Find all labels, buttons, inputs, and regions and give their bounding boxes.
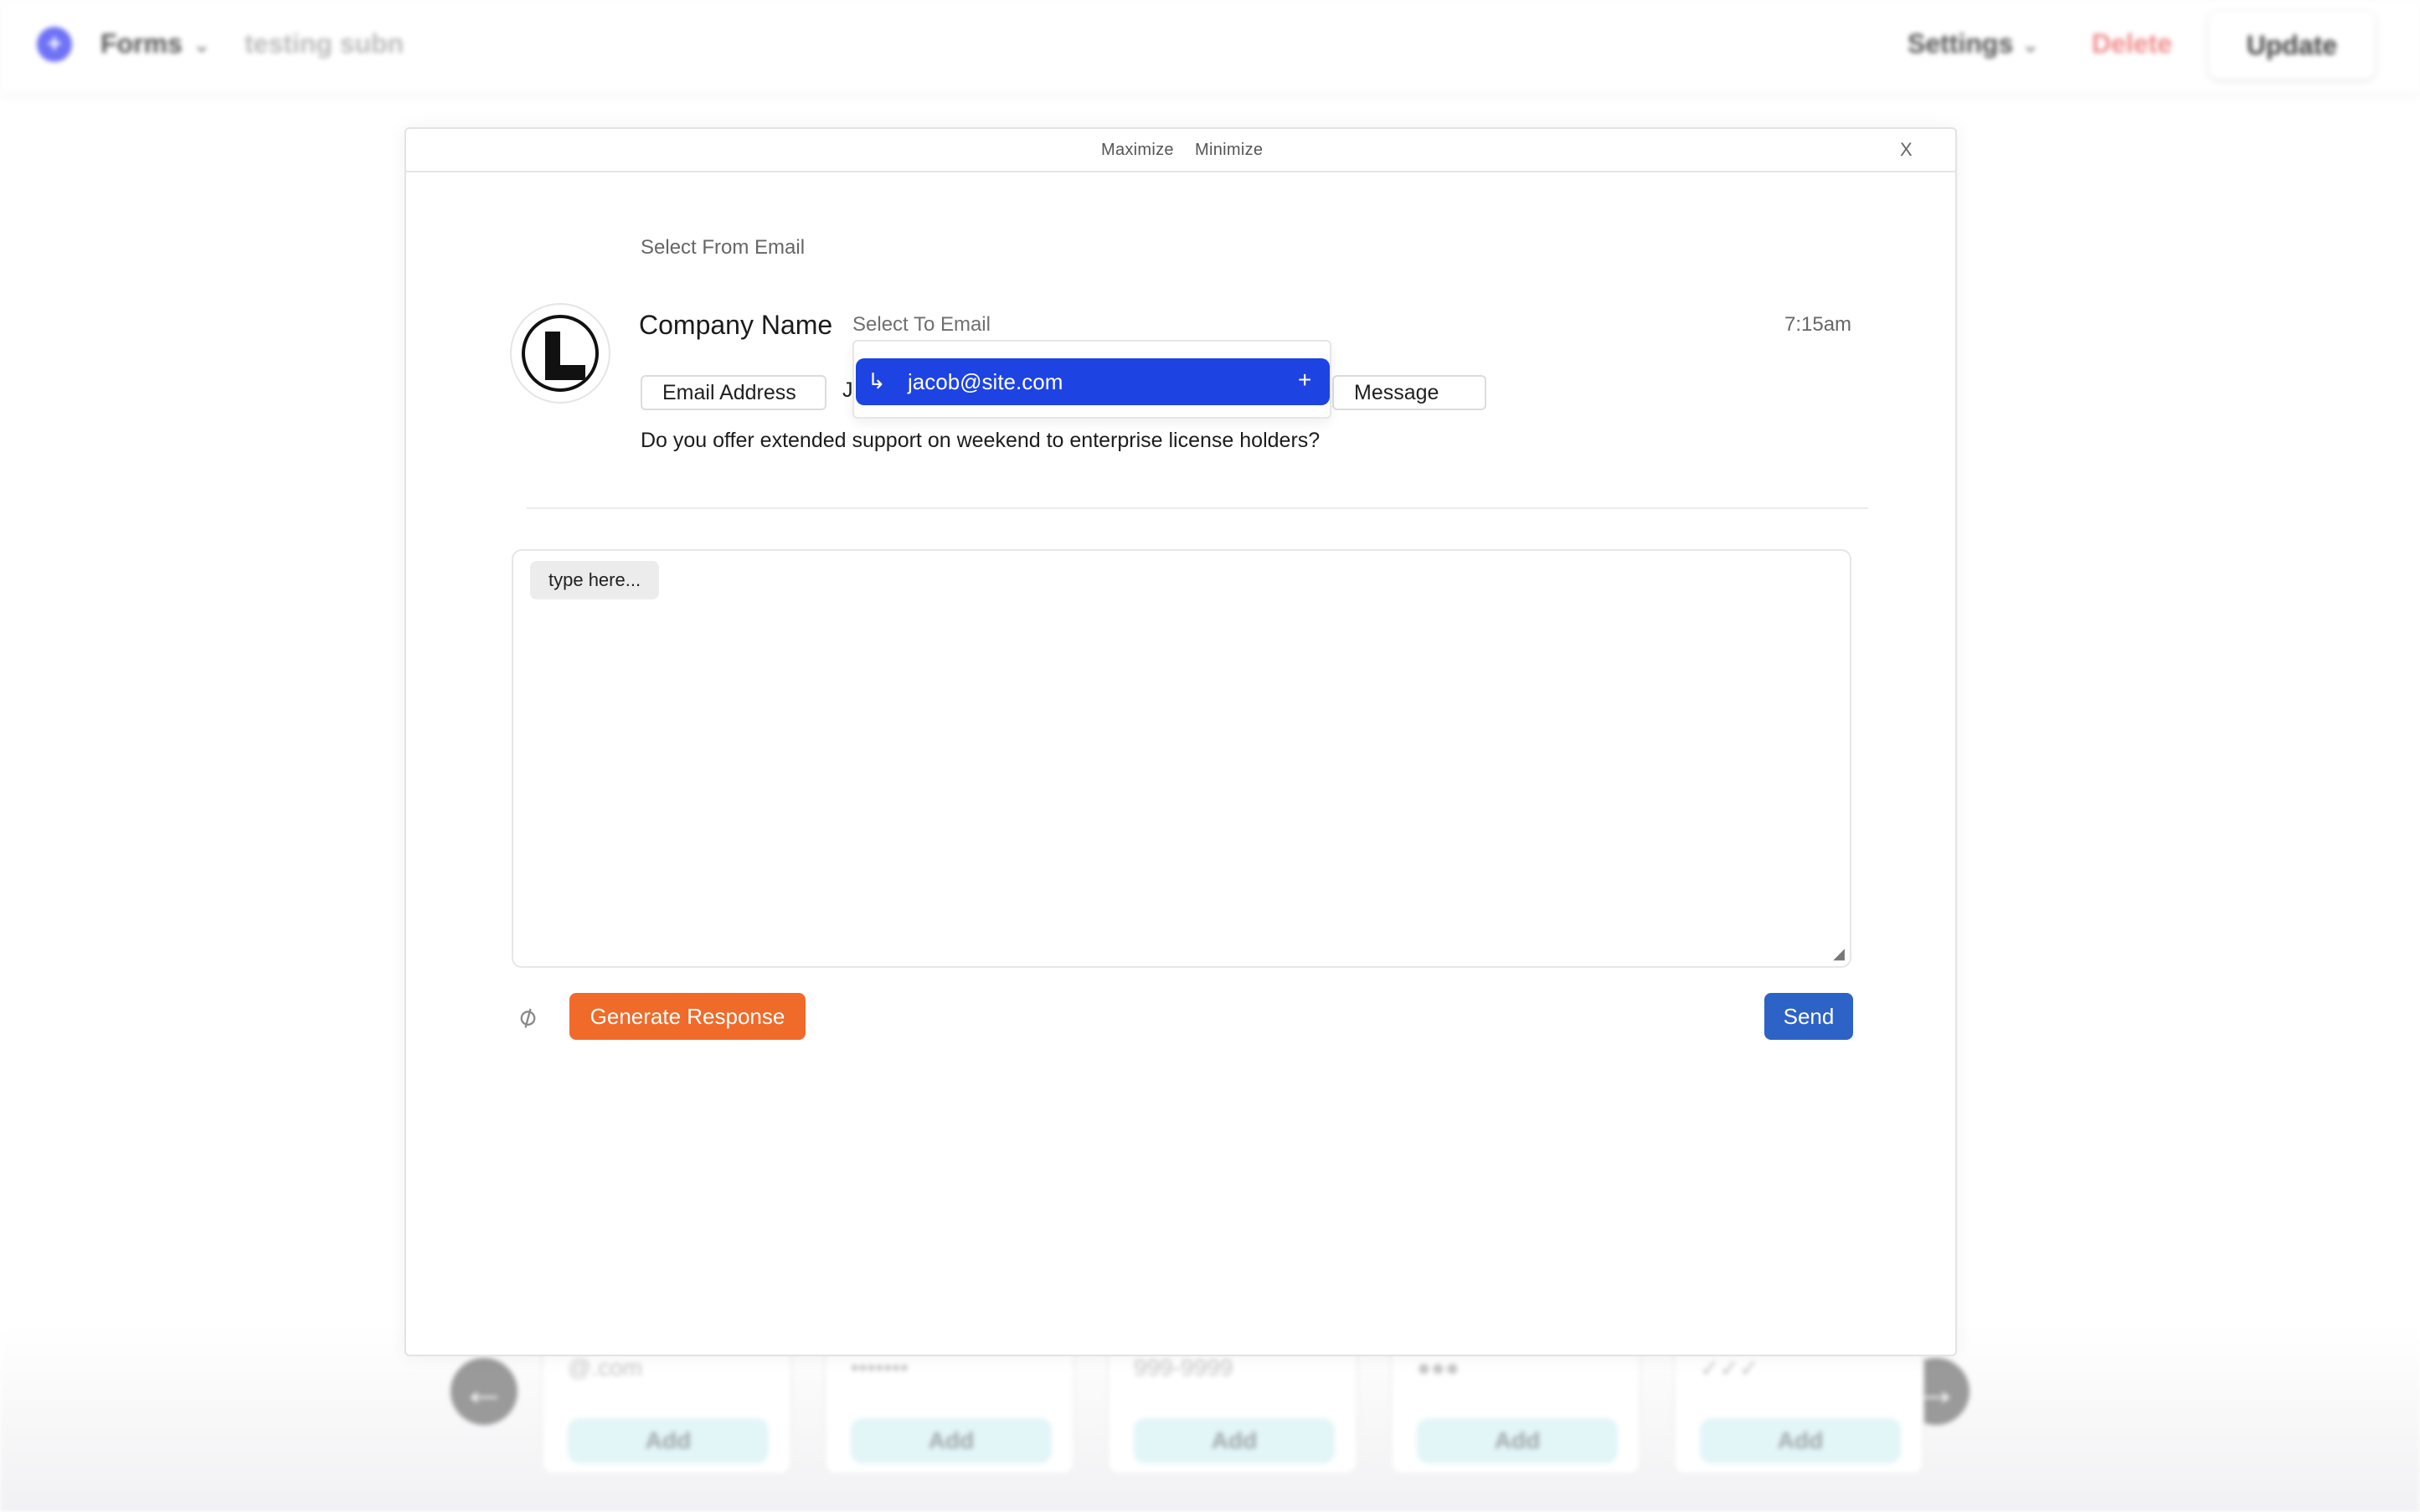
app-logo-icon[interactable]: + (37, 27, 72, 62)
minimize-button[interactable]: Minimize (1195, 141, 1263, 160)
dropdown-option[interactable]: ↳ jacob@site.com + (856, 358, 1330, 405)
paperclip-icon[interactable]: ⌀ (511, 998, 543, 1036)
email-reply-modal: Maximize Minimize X Select From Email Co… (404, 127, 1957, 1356)
field-card-add-button[interactable]: Add (1134, 1418, 1335, 1463)
response-editor: type here... ◢ (512, 549, 1851, 968)
field-card: ✓✓✓ Add (1673, 1340, 1924, 1475)
top-navbar: + Forms ⌄ testing subn Settings ⌄ Delete… (0, 0, 2420, 92)
field-card-sample: ✓✓✓ (1700, 1355, 1759, 1381)
field-card-sample: ••••••• (851, 1355, 909, 1381)
message-time: 7:15am (1784, 313, 1852, 336)
chevron-down-icon: ⌄ (193, 32, 211, 57)
company-name: Company Name (639, 310, 833, 340)
forms-menu[interactable]: Forms (100, 28, 183, 59)
placeholder-chip: type here... (530, 561, 660, 599)
field-card: 999-9999 Add (1107, 1340, 1358, 1475)
plus-icon[interactable]: + (1298, 367, 1311, 393)
chevron-down-icon: ⌄ (2021, 32, 2040, 57)
select-from-email[interactable]: Select From Email (641, 236, 805, 260)
email-address-tag[interactable]: Email Address (641, 375, 826, 410)
maximize-button[interactable]: Maximize (1101, 141, 1174, 160)
generate-response-button[interactable]: Generate Response (569, 993, 806, 1040)
avatar (510, 303, 610, 404)
arrow-left-icon[interactable]: ← (451, 1358, 517, 1425)
reply-arrow-icon: ↳ (868, 368, 886, 393)
field-card: ••••••• Add (824, 1340, 1075, 1475)
incoming-message: Do you offer extended support on weekend… (641, 429, 1321, 452)
modal-header: Maximize Minimize X (406, 129, 1955, 172)
resize-handle-icon[interactable]: ◢ (1833, 945, 1845, 963)
field-card-add-button[interactable]: Add (568, 1418, 769, 1463)
select-to-email[interactable]: Select To Email (852, 313, 991, 337)
field-card: @.com Add (541, 1340, 792, 1475)
submission-title: testing subn (245, 28, 404, 59)
divider (527, 507, 1868, 509)
to-email-dropdown: ↳ jacob@site.com + (852, 340, 1331, 419)
message-tag[interactable]: Message (1332, 375, 1486, 410)
field-card-add-button[interactable]: Add (851, 1418, 1052, 1463)
delete-button[interactable]: Delete (2092, 28, 2172, 59)
field-card-sample: ●●● (1417, 1355, 1460, 1381)
send-button[interactable]: Send (1764, 993, 1853, 1040)
update-button[interactable]: Update (2209, 12, 2375, 79)
company-logo-icon (522, 315, 599, 392)
partial-tag: J (842, 378, 853, 402)
field-card-add-button[interactable]: Add (1700, 1418, 1901, 1463)
field-card: ●●● Add (1390, 1340, 1641, 1475)
field-card-add-button[interactable]: Add (1417, 1418, 1618, 1463)
field-card-sample: 999-9999 (1134, 1355, 1233, 1381)
close-button[interactable]: X (1900, 139, 1913, 161)
response-textarea[interactable] (513, 551, 1850, 966)
settings-menu[interactable]: Settings (1908, 28, 2013, 59)
dropdown-option-label: jacob@site.com (908, 369, 1063, 394)
field-card-sample: @.com (568, 1355, 643, 1381)
